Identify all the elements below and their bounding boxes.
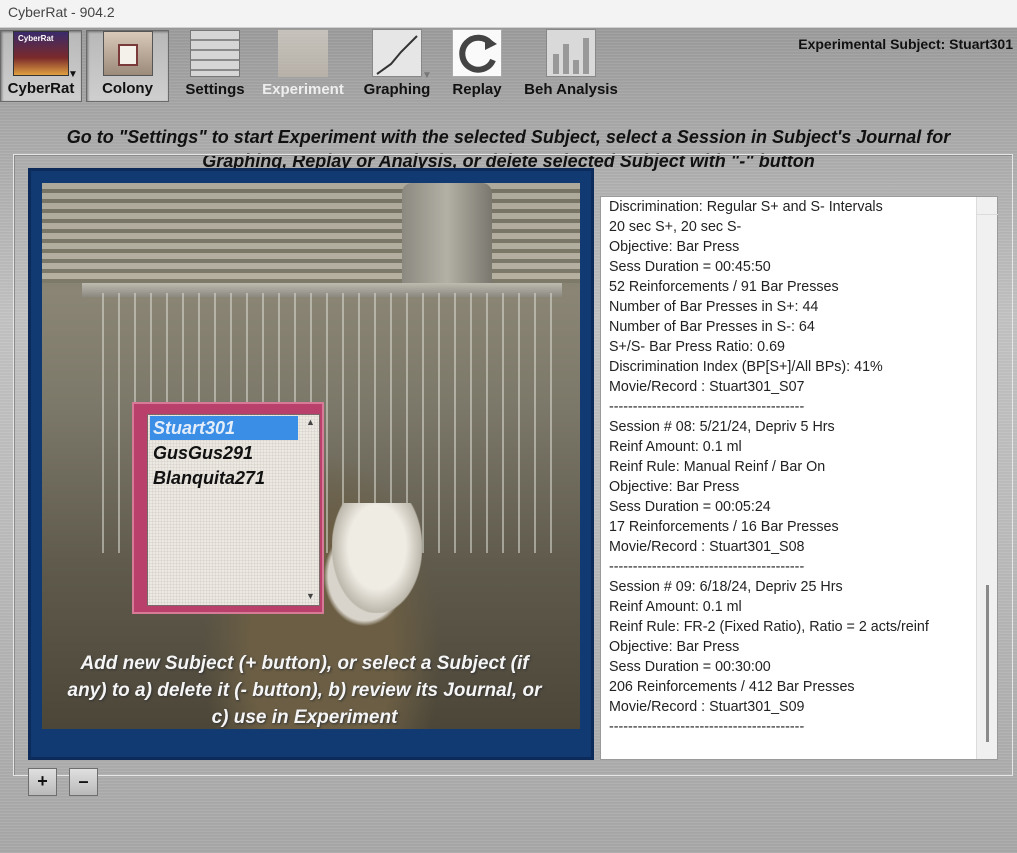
water-bottle	[402, 183, 492, 293]
journal-line: 206 Reinforcements / 412 Bar Presses	[609, 679, 855, 695]
replay-button[interactable]: Replay	[446, 29, 508, 102]
scroll-down-icon[interactable]: ▼	[306, 591, 315, 601]
journal-line: Discrimination: Regular S+ and S- Interv…	[609, 199, 883, 215]
bar-chart-bars-icon	[553, 38, 589, 74]
subject-list-frame: Stuart301 GusGus291 Blanquita271 ▲ ▼	[132, 402, 324, 614]
experiment-label: Experiment	[262, 81, 344, 98]
cyberrat-button[interactable]: CyberRat CyberRat ▼	[0, 30, 82, 102]
rat-image	[332, 503, 422, 613]
beh-analysis-button[interactable]: Beh Analysis	[520, 29, 622, 102]
journal-line: Reinf Amount: 0.1 ml	[609, 439, 742, 455]
journal-line: Objective: Bar Press	[609, 639, 740, 655]
subject-item[interactable]: GusGus291	[150, 441, 298, 465]
window-blinds	[42, 183, 580, 283]
journal-line: Session # 09: 6/18/24, Depriv 25 Hrs	[609, 579, 843, 595]
journal-line: Movie/Record : Stuart301_S09	[609, 699, 805, 715]
journal-line: Reinf Amount: 0.1 ml	[609, 599, 742, 615]
window-title: CyberRat - 904.2	[0, 0, 1017, 28]
cyberrat-logo-icon: CyberRat	[13, 31, 69, 76]
settings-button[interactable]: Settings	[180, 30, 250, 102]
replay-arrow-icon	[459, 34, 497, 73]
journal-line: S+/S- Bar Press Ratio: 0.69	[609, 339, 786, 355]
experiment-icon	[278, 30, 328, 77]
caption-line-1: Add new Subject (+ button), or select a …	[80, 653, 529, 674]
journal-line: 52 Reinforcements / 91 Bar Presses	[609, 279, 839, 295]
scroll-up-icon[interactable]: ▲	[306, 417, 315, 427]
graphing-label: Graphing	[363, 81, 431, 98]
subject-item[interactable]: Stuart301	[150, 416, 298, 440]
graph-line-icon	[376, 35, 418, 75]
journal-line: Movie/Record : Stuart301_S08	[609, 539, 805, 555]
colony-label: Colony	[102, 80, 153, 97]
colony-button[interactable]: Colony	[86, 30, 169, 102]
photo-caption: Add new Subject (+ button), or select a …	[42, 650, 567, 731]
journal-line: Sess Duration = 00:45:50	[609, 259, 771, 275]
journal-scroll-thumb[interactable]	[986, 585, 989, 742]
cyberrat-logo-text: CyberRat	[18, 34, 54, 43]
journal-line: 17 Reinforcements / 16 Bar Presses	[609, 519, 839, 535]
beh-analysis-label: Beh Analysis	[524, 81, 618, 98]
journal-line: Movie/Record : Stuart301_S07	[609, 379, 805, 395]
bar-chart-icon	[546, 29, 596, 77]
journal-line: Reinf Rule: FR-2 (Fixed Ratio), Ratio = …	[609, 619, 929, 635]
journal-line: 20 sec S+, 20 sec S-	[609, 219, 742, 235]
chevron-down-icon[interactable]: ▼	[68, 69, 78, 80]
remove-subject-button[interactable]: –	[69, 768, 98, 796]
settings-icon	[190, 30, 240, 77]
journal-line: ----------------------------------------…	[609, 559, 805, 575]
experimental-subject-label: Experimental Subject: Stuart301	[798, 36, 1013, 52]
journal-line: Number of Bar Presses in S-: 64	[609, 319, 815, 335]
journal-line: Sess Duration = 00:30:00	[609, 659, 771, 675]
journal-line: Sess Duration = 00:05:24	[609, 499, 771, 515]
journal-line: Number of Bar Presses in S+: 44	[609, 299, 819, 315]
colony-icon	[102, 31, 153, 76]
experiment-button[interactable]: Experiment	[258, 30, 348, 102]
journal-scroll-up[interactable]	[977, 197, 998, 215]
journal-text: Discrimination: Regular S+ and S- Interv…	[609, 197, 979, 737]
journal-line: ----------------------------------------…	[609, 719, 805, 735]
journal-line: Reinf Rule: Manual Reinf / Bar On	[609, 459, 826, 475]
graph-icon	[372, 29, 422, 77]
settings-label: Settings	[185, 81, 245, 98]
replay-icon	[452, 29, 502, 77]
replay-label: Replay	[452, 81, 502, 98]
cyberrat-label: CyberRat	[7, 80, 75, 97]
subject-item[interactable]: Blanquita271	[150, 466, 298, 490]
journal-line: ----------------------------------------…	[609, 399, 805, 415]
subject-list-scrollbar[interactable]: ▲ ▼	[303, 415, 319, 605]
subject-journal[interactable]: Discrimination: Regular S+ and S- Interv…	[600, 196, 998, 760]
journal-line: Discrimination Index (BP[S+]/All BPs): 4…	[609, 359, 883, 375]
journal-line: Session # 08: 5/21/24, Depriv 5 Hrs	[609, 419, 835, 435]
journal-line: Objective: Bar Press	[609, 479, 740, 495]
instructions-line-1: Go to "Settings" to start Experiment wit…	[66, 127, 951, 147]
journal-line: Objective: Bar Press	[609, 239, 740, 255]
caption-line-2: any) to a) delete it (- button), b) revi…	[67, 680, 542, 701]
journal-scrollbar[interactable]	[976, 197, 998, 759]
add-subject-button[interactable]: +	[28, 768, 57, 796]
graphing-button[interactable]: Graphing ▼	[360, 29, 434, 102]
graphing-dropdown-icon[interactable]: ▼	[422, 70, 432, 81]
caption-line-3: c) use in Experiment	[211, 707, 398, 728]
subject-list[interactable]: Stuart301 GusGus291 Blanquita271 ▲ ▼	[147, 414, 320, 606]
